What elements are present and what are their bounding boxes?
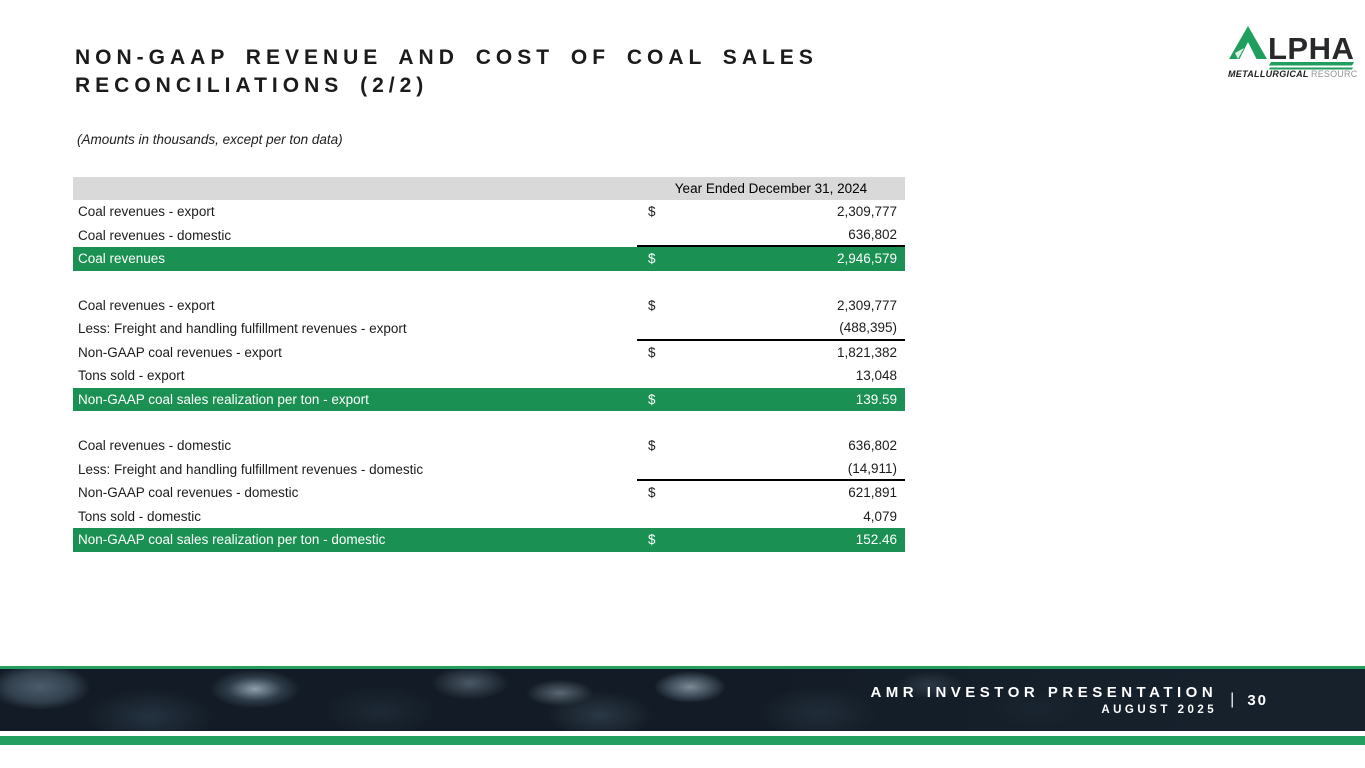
logo-tagline-light: RESOURCES — [1311, 69, 1357, 78]
row-value: 2,946,579 — [837, 251, 897, 266]
footer-content: AMR INVESTOR PRESENTATION AUGUST 2025 | … — [870, 669, 1268, 731]
dollar-sign: $ — [648, 345, 656, 360]
row-value-column: $2,946,579 — [637, 247, 905, 271]
bottom-accent-bar — [0, 736, 1365, 745]
dollar-sign: $ — [648, 251, 656, 266]
row-value-column: $139.59 — [637, 388, 905, 412]
footer-separator: | — [1230, 691, 1234, 709]
row-label: Coal revenues - export — [73, 200, 637, 224]
row-value: 139.59 — [856, 392, 897, 407]
row-value: 13,048 — [856, 368, 897, 383]
page-title: NON-GAAP REVENUE AND COST OF COAL SALES … — [75, 44, 975, 100]
row-label: Less: Freight and handling fulfillment r… — [73, 317, 637, 341]
row-value-column: $152.46 — [637, 528, 905, 552]
table-row: Coal revenues - domestic$636,802 — [73, 434, 905, 458]
row-value: 636,802 — [848, 438, 897, 453]
row-label: Non-GAAP coal revenues - domestic — [73, 481, 637, 505]
row-value-column: (14,911) — [637, 458, 905, 482]
row-value-column: 636,802 — [637, 224, 905, 248]
table-row: Tons sold - export 13,048 — [73, 364, 905, 388]
presentation-slide: NON-GAAP REVENUE AND COST OF COAL SALES … — [0, 0, 1365, 768]
logo-tagline-bold: METALLURGICAL — [1228, 69, 1309, 78]
page-number: 30 — [1247, 692, 1268, 709]
row-label: Coal revenues — [73, 247, 637, 271]
row-value-column: $2,309,777 — [637, 294, 905, 318]
row-value-column: $2,309,777 — [637, 200, 905, 224]
row-label: Non-GAAP coal sales realization per ton … — [73, 388, 637, 412]
footer-coal-band: AMR INVESTOR PRESENTATION AUGUST 2025 | … — [0, 666, 1365, 731]
footer-presentation-title: AMR INVESTOR PRESENTATION — [870, 684, 1217, 701]
row-value: (14,911) — [848, 461, 897, 476]
alpha-metallurgical-logo: LPHA METALLURGICAL RESOURCES — [1227, 23, 1357, 78]
table-row: Tons sold - domestic 4,079 — [73, 505, 905, 529]
alpha-a-mark-icon — [1229, 26, 1267, 59]
table-header-period: Year Ended December 31, 2024 — [637, 177, 905, 200]
dollar-sign: $ — [648, 204, 656, 219]
row-value: 2,309,777 — [837, 204, 897, 219]
alpha-logo-graphic: LPHA METALLURGICAL RESOURCES — [1227, 23, 1357, 78]
units-note: (Amounts in thousands, except per ton da… — [77, 132, 343, 147]
row-label: Tons sold - domestic — [73, 505, 637, 529]
table-row: Non-GAAP coal revenues - export$1,821,38… — [73, 341, 905, 365]
footer-text: AMR INVESTOR PRESENTATION AUGUST 2025 — [870, 684, 1217, 716]
table-header-spacer — [73, 177, 637, 200]
table-row: Less: Freight and handling fulfillment r… — [73, 458, 905, 482]
row-label: Coal revenues - export — [73, 294, 637, 318]
table-row: Coal revenues - domestic 636,802 — [73, 224, 905, 248]
row-value-column: $636,802 — [637, 434, 905, 458]
row-value-column: $621,891 — [637, 481, 905, 505]
row-label: Non-GAAP coal revenues - export — [73, 341, 637, 365]
reconciliation-table: Year Ended December 31, 2024 Coal revenu… — [73, 177, 905, 552]
logo-word: LPHA — [1268, 31, 1354, 66]
page-title-line1: NON-GAAP REVENUE AND COST OF COAL SALES — [75, 44, 975, 72]
table-row: Coal revenues - export$2,309,777 — [73, 200, 905, 224]
table-row-highlight: Coal revenues$2,946,579 — [73, 247, 905, 271]
row-value: 1,821,382 — [837, 345, 897, 360]
table-row-highlight: Non-GAAP coal sales realization per ton … — [73, 388, 905, 412]
table-row-highlight: Non-GAAP coal sales realization per ton … — [73, 528, 905, 552]
row-value: 2,309,777 — [837, 298, 897, 313]
dollar-sign: $ — [648, 532, 656, 547]
row-label: Coal revenues - domestic — [73, 434, 637, 458]
table-row: Coal revenues - export$2,309,777 — [73, 294, 905, 318]
row-value-column: 13,048 — [637, 364, 905, 388]
table-row: Non-GAAP coal revenues - domestic$621,89… — [73, 481, 905, 505]
table-section: Coal revenues - export$2,309,777Coal rev… — [73, 200, 905, 271]
dollar-sign: $ — [648, 298, 656, 313]
row-label: Tons sold - export — [73, 364, 637, 388]
table-section: Coal revenues - export$2,309,777Less: Fr… — [73, 294, 905, 412]
page-title-line2: RECONCILIATIONS (2/2) — [75, 72, 975, 100]
table-row: Less: Freight and handling fulfillment r… — [73, 317, 905, 341]
table-body: Coal revenues - export$2,309,777Coal rev… — [73, 200, 905, 552]
row-label: Coal revenues - domestic — [73, 224, 637, 248]
row-value: 4,079 — [863, 509, 897, 524]
row-value: (488,395) — [839, 320, 897, 335]
dollar-sign: $ — [648, 438, 656, 453]
dollar-sign: $ — [648, 392, 656, 407]
dollar-sign: $ — [648, 485, 656, 500]
row-value-column: $1,821,382 — [637, 341, 905, 365]
table-header-row: Year Ended December 31, 2024 — [73, 177, 905, 200]
table-section: Coal revenues - domestic$636,802Less: Fr… — [73, 434, 905, 552]
row-value: 621,891 — [848, 485, 897, 500]
row-label: Less: Freight and handling fulfillment r… — [73, 458, 637, 482]
footer-date: AUGUST 2025 — [870, 704, 1217, 716]
row-label: Non-GAAP coal sales realization per ton … — [73, 528, 637, 552]
row-value: 152.46 — [856, 532, 897, 547]
row-value-column: 4,079 — [637, 505, 905, 529]
row-value: 636,802 — [848, 227, 897, 242]
row-value-column: (488,395) — [637, 317, 905, 341]
